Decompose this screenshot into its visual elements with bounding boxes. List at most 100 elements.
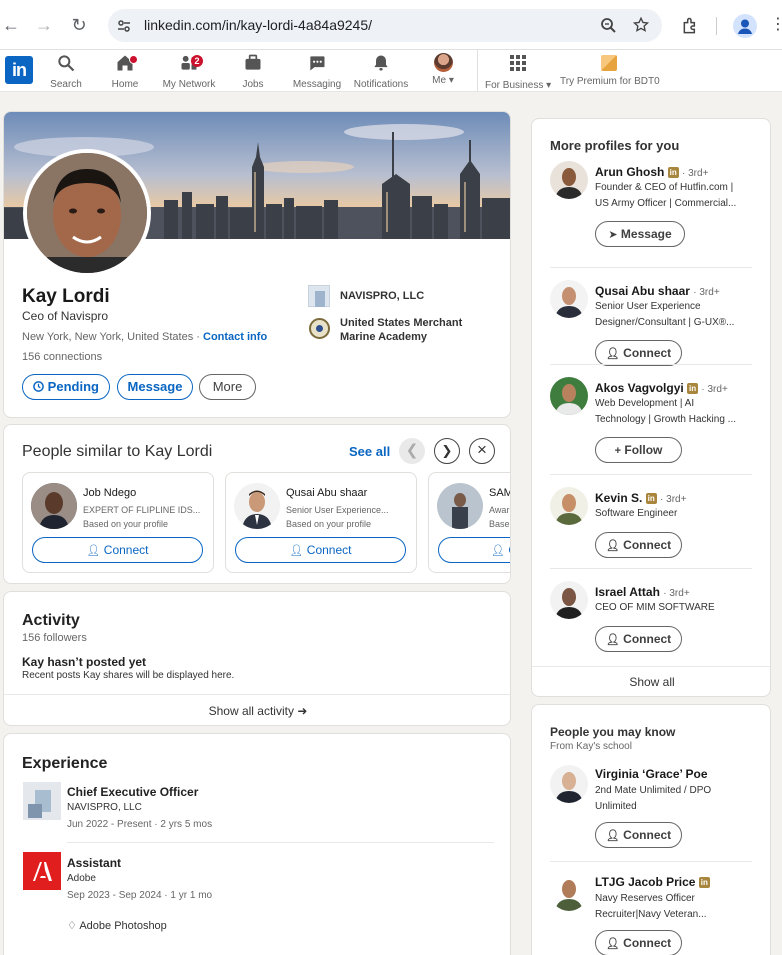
connect-button[interactable]: 👤︎ Connect [595,626,682,652]
experience-title: Experience [22,755,108,772]
profile-name-line[interactable]: Arun Ghosh in · 3rd+ [595,165,765,179]
similar-person-card[interactable]: Job Ndego EXPERT OF FLIPLINE IDS... Base… [22,472,214,573]
profile-divider [550,861,752,862]
similar-reason: Based on your profile [286,519,372,529]
home-notification-dot [129,55,138,64]
similar-person-card[interactable]: SAM Awar Base 👤︎ C [428,472,511,573]
nav-my-network[interactable]: 2 My Network [160,53,218,90]
navispro-logo-icon[interactable] [308,285,330,307]
dismiss-close-icon[interactable]: × [469,438,495,464]
profile-avatar-icon[interactable] [733,14,757,38]
experience-card: Experience Chief Executive Officer NAVIS… [3,733,511,955]
forward-arrow-icon[interactable]: → [33,14,55,36]
nav-search[interactable]: Search [48,53,84,90]
connect-button[interactable]: 👤︎ Connect [595,930,682,955]
bookmark-star-icon[interactable] [632,16,650,34]
navispro-logo-icon[interactable] [23,782,61,820]
messaging-icon [310,56,325,71]
profile-divider [550,568,752,569]
browser-menu-icon[interactable]: ⋮ [770,15,782,35]
more-button[interactable]: More [199,374,256,400]
prev-arrow-icon[interactable]: ❮ [399,438,425,464]
connection-degree: 3rd+ [669,588,690,599]
academy-seal-icon[interactable] [309,318,330,339]
connect-button[interactable]: 👤︎ Connect [595,822,682,848]
address-bar[interactable]: linkedin.com/in/kay-lordi-4a84a9245/ [108,9,662,42]
similar-avatar [31,483,77,529]
nav-me[interactable]: Me ▾ [428,53,458,86]
profile-avatar[interactable] [550,873,588,911]
profile-photo[interactable] [23,149,151,277]
people-know-title: People you may know [550,725,676,739]
arrow-right-icon: ➜ [297,704,308,718]
contact-info-link[interactable]: Contact info [203,331,267,343]
profile-avatar[interactable] [550,161,588,199]
nav-try-premium[interactable]: Try Premium for BDT0 [560,53,660,87]
follow-button[interactable]: + Follow [595,437,682,463]
message-button[interactable]: ➤ Message [595,221,685,247]
profile-headline-line2: Unlimited [595,801,637,812]
connect-action-icon: 👤︎ [605,348,620,360]
profile-name-line[interactable]: Virginia ‘Grace’ Poe [595,767,765,781]
site-settings-icon[interactable] [116,18,132,34]
nav-messaging[interactable]: Messaging [290,53,344,90]
nav-home[interactable]: Home [107,53,143,90]
reload-icon[interactable]: ↻ [68,14,90,36]
education-school[interactable]: United States Merchant Marine Academy [340,316,480,344]
pending-button[interactable]: Pending [22,374,110,400]
profile-avatar[interactable] [550,581,588,619]
show-all-button[interactable]: Show all [532,667,770,696]
nav-jobs[interactable]: Jobs [236,53,270,90]
profile-name-line[interactable]: Akos Vagvolgyi in · 3rd+ [595,381,765,395]
people-you-may-know-card: People you may know From Kay's school Vi… [531,704,771,955]
profile-name-line[interactable]: Qusai Abu shaar · 3rd+ [595,284,765,298]
more-profiles-card: More profiles for you Arun Ghosh in · 3r… [531,118,771,697]
linkedin-logo-icon[interactable]: in [5,56,33,84]
show-all-activity-link[interactable]: Show all activity ➜ [4,695,510,725]
profile-name-line[interactable]: LTJG Jacob Price in [595,875,765,889]
connect-button[interactable]: 👤︎ Connect [235,537,406,563]
next-arrow-icon[interactable]: ❯ [434,438,460,464]
skill-diamond-icon: ♢ [67,920,77,932]
similar-name: SAM [489,487,511,499]
message-button-label: Message [620,227,672,241]
connect-button[interactable]: 👤︎ Connect [32,537,203,563]
profile-avatar[interactable] [550,280,588,318]
profile-name-line[interactable]: Kevin S. in · 3rd+ [595,491,765,505]
connect-button[interactable]: 👤︎ Connect [595,532,682,558]
profile-headline-line1: Web Development | AI [595,398,695,409]
profile-connections[interactable]: 156 connections [22,351,102,363]
experience-company: NAVISPRO, LLC [67,802,142,813]
see-all-link[interactable]: See all [349,444,390,459]
connect-button[interactable]: 👤︎ C [438,537,510,563]
clock-icon [33,381,44,392]
adobe-logo-icon[interactable] [23,852,61,890]
profile-headline-line1: Software Engineer [595,508,678,519]
activity-followers: 156 followers [22,632,87,644]
profile-name: Israel Attah [595,585,660,599]
back-arrow-icon[interactable]: ← [0,14,22,36]
apps-grid-icon [510,55,526,71]
extensions-icon[interactable] [681,16,701,36]
profile-avatar[interactable] [550,377,588,415]
activity-title: Activity [22,612,80,629]
current-company[interactable]: NAVISPRO, LLC [340,290,424,302]
nav-for-business[interactable]: For Business ▾ [485,53,551,91]
profile-headline: Ceo of Navispro [22,309,109,323]
nav-notifications[interactable]: Notifications [352,53,410,90]
url-text[interactable]: linkedin.com/in/kay-lordi-4a84a9245/ [144,17,372,33]
profile-name-line[interactable]: Israel Attah · 3rd+ [595,585,765,599]
zoom-icon[interactable] [600,17,617,34]
browser-toolbar: ← → ↻ linkedin.com/in/kay-lordi-4a84a924… [0,0,782,50]
search-icon [58,55,75,72]
profile-card: Kay Lordi Ceo of Navispro New York, New … [3,111,511,418]
profile-avatar[interactable] [550,765,588,803]
linkedin-premium-badge-icon: in [687,383,699,394]
profile-headline-line2: Technology | Growth Hacking ... [595,414,736,425]
connect-button[interactable]: 👤︎ Connect [595,340,682,366]
message-button[interactable]: Message [117,374,193,400]
profile-avatar[interactable] [550,487,588,525]
linkedin-premium-badge-icon: in [667,167,679,178]
similar-person-card[interactable]: Qusai Abu shaar Senior User Experience..… [225,472,417,573]
profile-name: Kay Lordi [22,286,110,307]
